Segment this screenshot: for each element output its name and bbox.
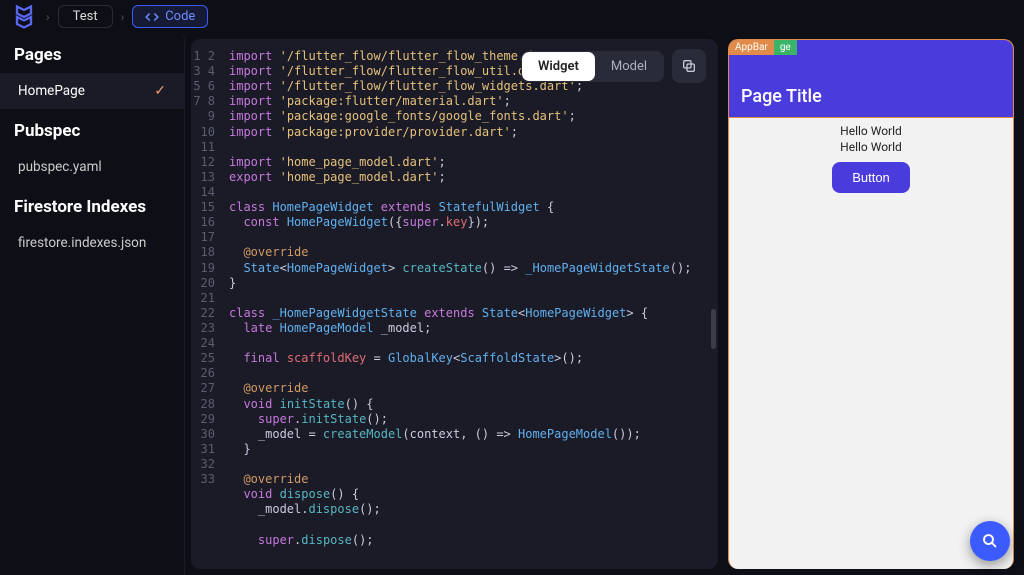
preview-overlay-tags: AppBar ge (729, 40, 797, 55)
preview-text: Hello World (840, 124, 902, 138)
preview-text: Hello World (840, 140, 902, 154)
widget-model-toggle: Widget Model (521, 51, 664, 82)
sidebar: Pages HomePage ✓ Pubspec pubspec.yaml Firesto… (0, 33, 185, 575)
breadcrumb-project[interactable]: Test (58, 5, 113, 28)
check-icon: ✓ (154, 83, 166, 99)
code-editor-pane: 1 2 3 4 5 6 7 8 9 10 11 12 13 14 15 16 1… (191, 39, 718, 569)
editor-toolbar: Widget Model (521, 49, 706, 83)
copy-icon (681, 58, 697, 74)
sidebar-item-label: pubspec.yaml (18, 159, 102, 175)
device-preview[interactable]: AppBar ge Page Title Hello World Hello W… (728, 39, 1014, 569)
sidebar-item-label: firestore.indexes.json (18, 235, 146, 251)
tab-widget[interactable]: Widget (522, 52, 595, 81)
breadcrumb-code-label: Code (165, 9, 195, 24)
overlay-tag-secondary: ge (774, 40, 797, 55)
chevron-right-icon: › (42, 10, 54, 24)
preview-button[interactable]: Button (832, 162, 910, 193)
copy-code-button[interactable] (672, 49, 706, 83)
line-gutter: 1 2 3 4 5 6 7 8 9 10 11 12 13 14 15 16 1… (191, 39, 221, 569)
overlay-tag-appbar: AppBar (729, 40, 774, 55)
breadcrumb-code-view[interactable]: Code (132, 5, 208, 28)
topbar: › Test › Code (0, 0, 1024, 33)
appbar-title: Page Title (741, 86, 822, 107)
main-area: 1 2 3 4 5 6 7 8 9 10 11 12 13 14 15 16 1… (185, 33, 1024, 575)
code-icon (145, 10, 159, 24)
sidebar-section-title: Firestore Indexes (0, 185, 184, 225)
tab-model[interactable]: Model (595, 52, 663, 81)
app-logo-icon[interactable] (10, 6, 38, 28)
sidebar-item-label: HomePage (18, 83, 85, 99)
sidebar-section-title: Pubspec (0, 109, 184, 149)
sidebar-item[interactable]: pubspec.yaml (0, 149, 184, 185)
sidebar-section-title: Pages (0, 33, 184, 73)
chevron-right-icon: › (117, 10, 129, 24)
preview-body: Hello World Hello World Button (729, 118, 1013, 193)
sidebar-item[interactable]: HomePage ✓ (0, 73, 184, 109)
search-fab[interactable] (970, 521, 1010, 561)
code-content[interactable]: import '/flutter_flow/flutter_flow_theme… (221, 39, 718, 569)
sidebar-item[interactable]: firestore.indexes.json (0, 225, 184, 261)
scrollbar-thumb[interactable] (711, 309, 716, 349)
search-icon (981, 532, 999, 550)
preview-pane: AppBar ge Page Title Hello World Hello W… (724, 33, 1024, 575)
